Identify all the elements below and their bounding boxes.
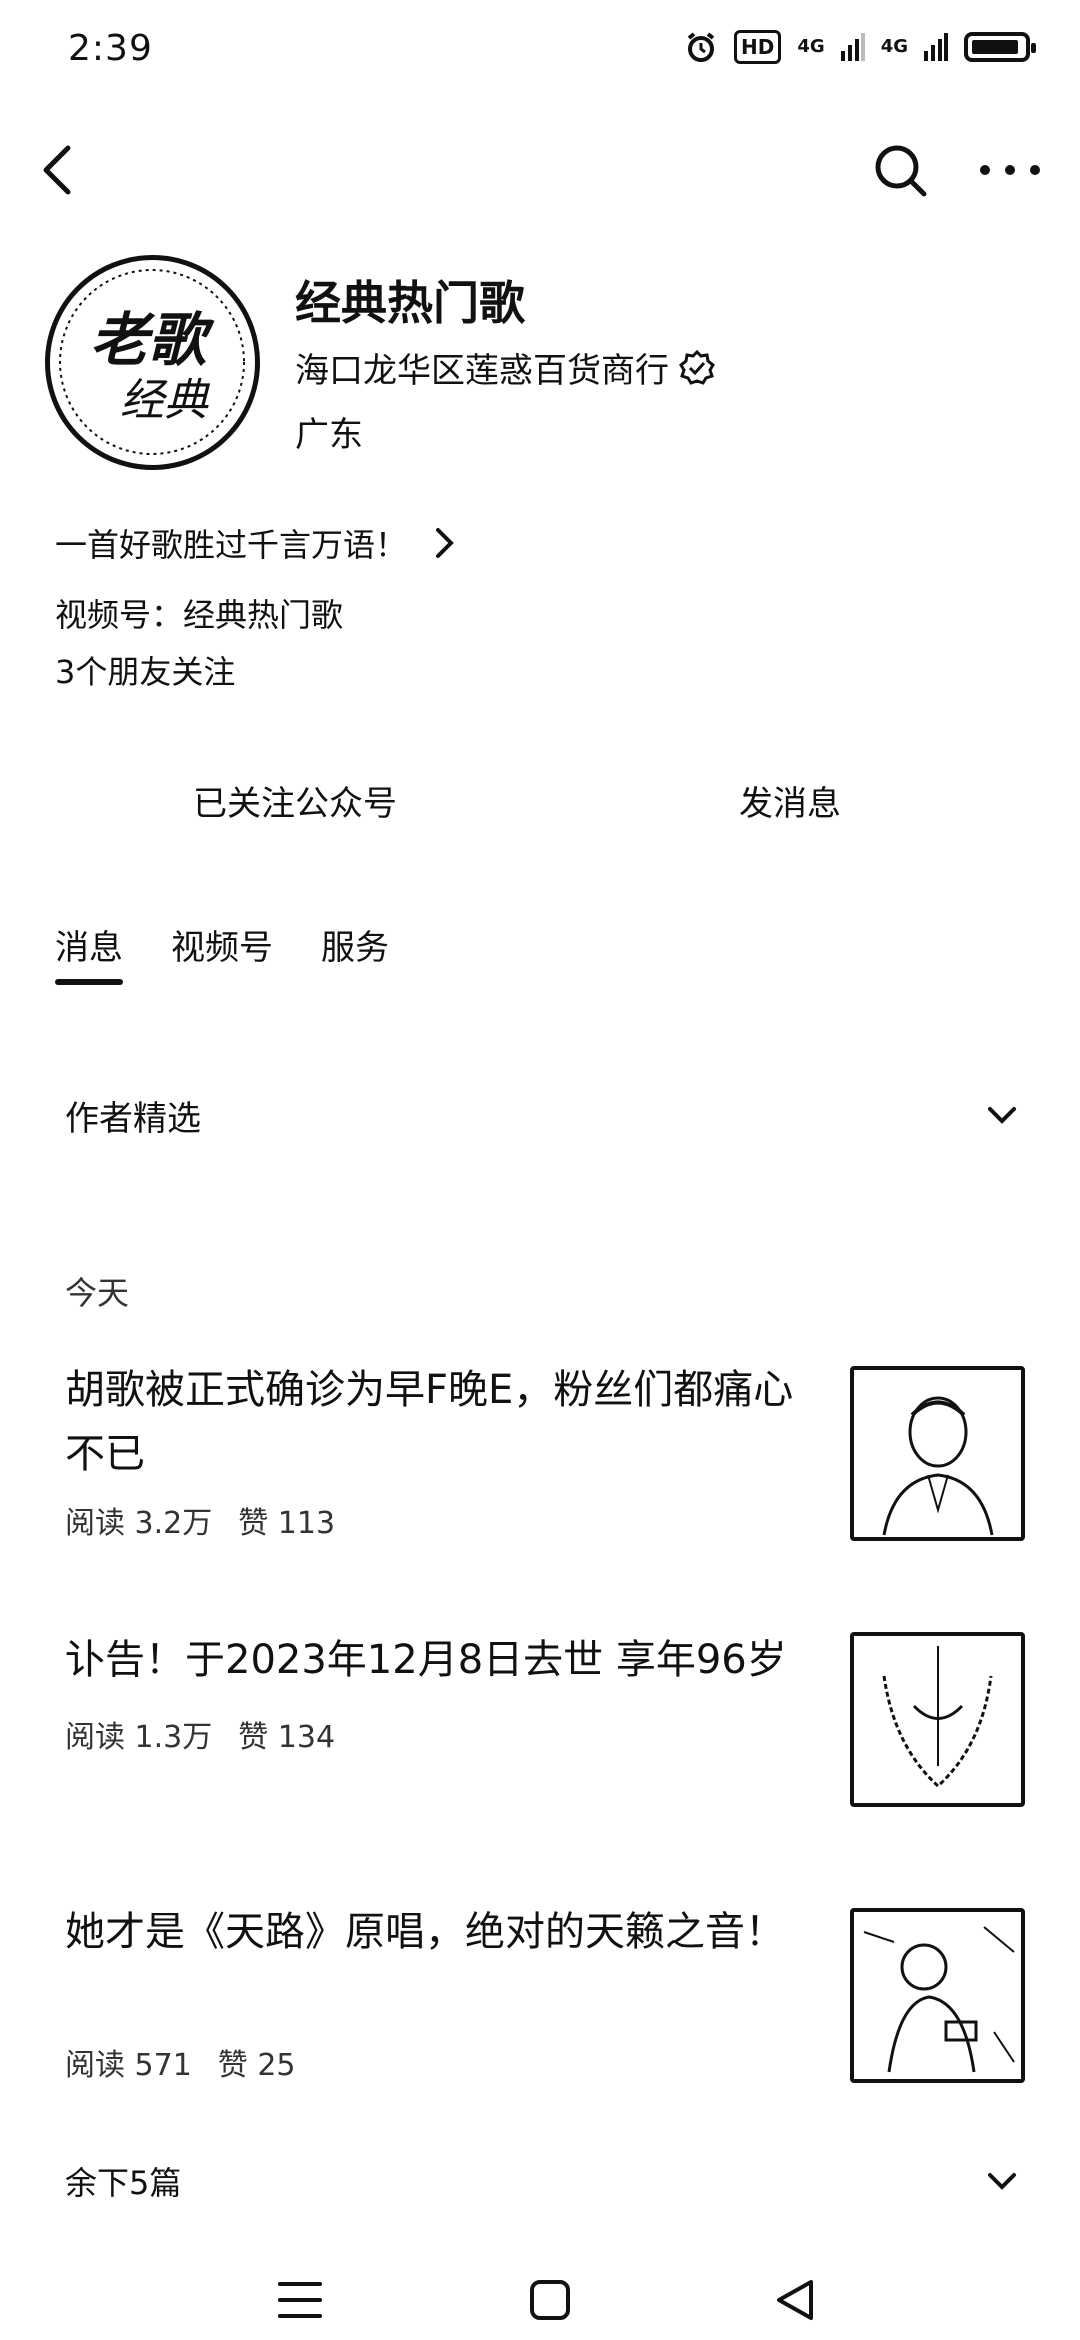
battery-icon — [964, 32, 1036, 62]
friends-follow[interactable]: 3个朋友关注 — [55, 647, 235, 693]
profile-header: 老歌 经典 经典热门歌 海口龙华区莲惑百货商行 广东 — [45, 255, 1045, 475]
more-dots-icon[interactable] — [975, 140, 1045, 200]
verified-badge-icon — [679, 349, 715, 385]
search-icon[interactable] — [870, 140, 930, 200]
article-reads: 阅读 571 — [65, 2048, 192, 2083]
home-icon[interactable] — [520, 2270, 580, 2330]
profile-name: 经典热门歌 — [295, 276, 525, 330]
date-label: 今天 — [65, 1274, 130, 1312]
article-reads: 阅读 3.2万 — [65, 1506, 213, 1541]
avatar-text-bottom: 经典 — [120, 375, 211, 426]
bio-text: 一首好歌胜过千言万语！ — [55, 526, 408, 564]
author-picks-label: 作者精选 — [65, 1098, 201, 1139]
nav-bar — [0, 120, 1080, 220]
bio-line[interactable]: 一首好歌胜过千言万语！ — [55, 520, 457, 566]
send-message-button[interactable]: 发消息 — [640, 770, 940, 830]
back-triangle-icon[interactable] — [765, 2270, 825, 2330]
avatar-text-top: 老歌 — [90, 306, 215, 374]
signal-4g-2: 4G — [880, 36, 908, 57]
followed-button[interactable]: 已关注公众号 — [130, 770, 460, 830]
remaining-articles[interactable]: 余下5篇 — [65, 2158, 1020, 2204]
article-likes: 赞 134 — [238, 1720, 336, 1755]
profile-company[interactable]: 海口龙华区莲惑百货商行 — [295, 343, 715, 392]
status-time: 2:39 — [68, 28, 153, 69]
status-bar: 2:39 HD 4G 4G — [0, 0, 1080, 110]
article-item[interactable]: 胡歌被正式确诊为早F晚E，粉丝们都痛心不已 阅读 3.2万 赞 113 — [65, 1358, 1025, 1548]
chevron-right-icon — [436, 528, 454, 558]
article-meta: 阅读 1.3万 赞 134 — [65, 1712, 335, 1756]
chevron-down-icon — [988, 1107, 1016, 1124]
article-likes: 赞 113 — [238, 1506, 336, 1541]
system-nav-bar — [0, 2260, 1080, 2340]
article-meta: 阅读 571 赞 25 — [65, 2040, 296, 2084]
article-meta: 阅读 3.2万 赞 113 — [65, 1498, 335, 1542]
signal-bars-icon — [924, 33, 948, 61]
article-thumbnail — [850, 1632, 1025, 1807]
article-title: 胡歌被正式确诊为早F晚E，粉丝们都痛心不已 — [65, 1367, 794, 1477]
signal-4g-1: 4G — [797, 36, 825, 57]
tab-bar: 消息 视频号 服务 — [55, 920, 389, 985]
signal-bars-icon — [840, 33, 865, 61]
author-picks-section[interactable]: 作者精选 — [65, 1080, 1020, 1150]
chevron-down-icon — [988, 2173, 1016, 2190]
article-item[interactable]: 讣告！于2023年12月8日去世 享年96岁 阅读 1.3万 赞 134 — [65, 1628, 1025, 1818]
remaining-label: 余下5篇 — [65, 2164, 182, 2202]
article-likes: 赞 25 — [217, 2048, 296, 2083]
company-name: 海口龙华区莲惑百货商行 — [295, 351, 669, 391]
article-thumbnail — [850, 1908, 1025, 2083]
alarm-icon — [687, 32, 715, 62]
article-thumbnail — [850, 1366, 1025, 1541]
article-item[interactable]: 她才是《天路》原唱，绝对的天籁之音！ 阅读 571 赞 25 — [65, 1900, 1025, 2090]
article-title: 她才是《天路》原唱，绝对的天籁之音！ — [65, 1909, 785, 1955]
avatar[interactable]: 老歌 经典 — [45, 255, 260, 470]
channel-link[interactable]: 视频号：经典热门歌 — [55, 590, 343, 636]
tab-channels[interactable]: 视频号 — [171, 920, 273, 985]
tab-services[interactable]: 服务 — [321, 920, 389, 985]
tab-messages[interactable]: 消息 — [55, 920, 123, 985]
profile-region: 广东 — [295, 415, 363, 455]
hd-badge: HD — [734, 30, 782, 64]
article-title: 讣告！于2023年12月8日去世 享年96岁 — [65, 1637, 787, 1683]
back-arrow-icon[interactable] — [30, 140, 90, 200]
avatar-logo: 老歌 经典 — [59, 269, 245, 455]
status-icons: HD 4G 4G — [684, 30, 1036, 64]
article-reads: 阅读 1.3万 — [65, 1720, 213, 1755]
menu-icon[interactable] — [270, 2270, 330, 2330]
